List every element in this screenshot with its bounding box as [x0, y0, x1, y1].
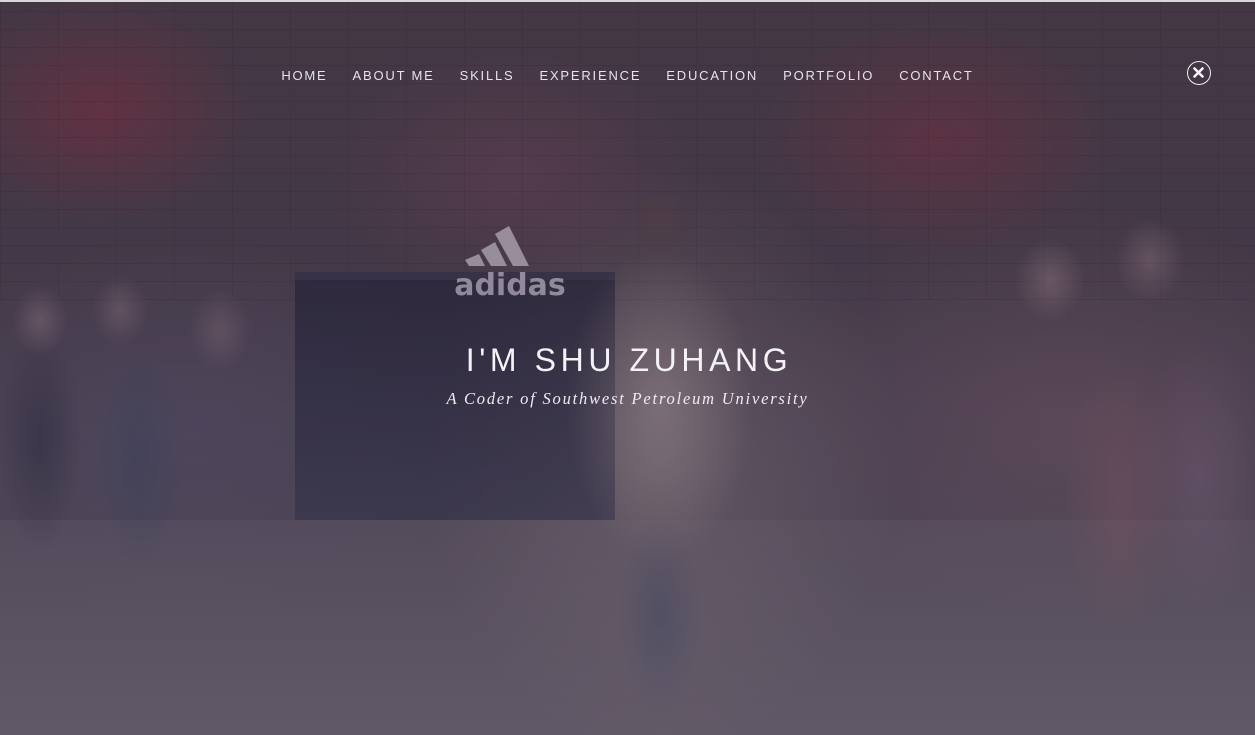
hero-text-block: I'M SHU ZUHANG A Coder of Southwest Petr…: [0, 338, 1255, 412]
top-border: [0, 0, 1255, 2]
hero-subtitle: A Coder of Southwest Petroleum Universit…: [446, 389, 809, 408]
nav-item-skills[interactable]: SKILLS: [460, 66, 515, 86]
hero-section: adidas HOME ABOUT ME SKILLS EXPERIENCE E…: [0, 0, 1255, 735]
main-nav: HOME ABOUT ME SKILLS EXPERIENCE EDUCATIO…: [0, 66, 1255, 86]
nav-item-contact[interactable]: CONTACT: [899, 66, 973, 86]
nav-item-home[interactable]: HOME: [281, 66, 327, 86]
nav-item-education[interactable]: EDUCATION: [666, 66, 758, 86]
nav-item-experience[interactable]: EXPERIENCE: [539, 66, 641, 86]
hero-title: I'M SHU ZUHANG: [465, 342, 793, 378]
nav-item-about-me[interactable]: ABOUT ME: [353, 66, 435, 86]
close-icon: [1193, 67, 1204, 78]
close-button[interactable]: [1187, 61, 1211, 85]
nav-item-portfolio[interactable]: PORTFOLIO: [783, 66, 874, 86]
